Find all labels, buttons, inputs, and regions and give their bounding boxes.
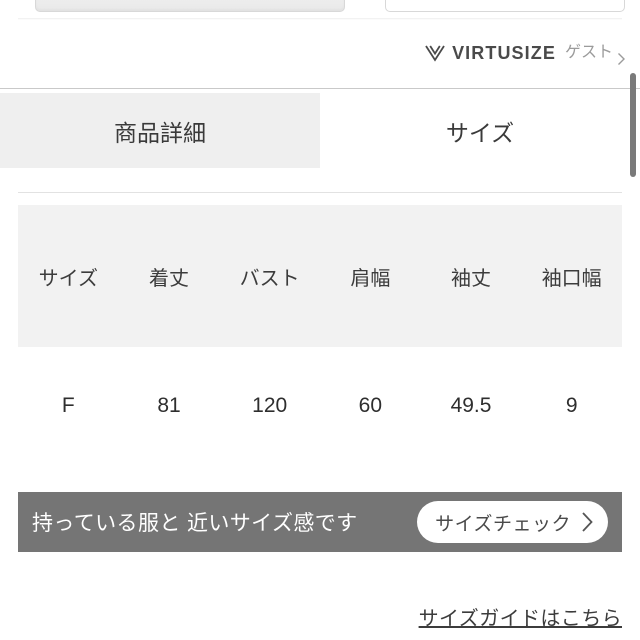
virtusize-v-logo-icon [424, 42, 446, 64]
table-header-cell-shoulder: 肩幅 [350, 267, 391, 290]
brand-row-divider [0, 88, 640, 89]
table-cell-bust: 120 [252, 394, 288, 417]
table-cell-sleeve: 49.5 [450, 394, 492, 417]
table-top-divider [18, 192, 622, 193]
chevron-right-icon[interactable] [617, 52, 626, 66]
table-cell-length: 81 [157, 394, 181, 417]
chevron-right-icon [581, 511, 594, 533]
table-row: F 81 120 60 49.5 9 [18, 347, 622, 465]
virtusize-wordmark: VIRTUSIZE [452, 43, 556, 63]
size-check-button[interactable]: サイズチェック [417, 501, 608, 543]
table-header-cell-bust: バスト [239, 267, 300, 290]
table-cell-cuff: 9 [565, 394, 578, 417]
size-guide-link[interactable]: サイズガイドはこちら [419, 608, 622, 630]
size-guide-link-row: サイズガイドはこちら [0, 602, 640, 631]
table-header-cell-cuff: 袖口幅 [541, 267, 602, 290]
virtusize-brand-row[interactable]: VIRTUSIZE ゲスト [0, 36, 640, 70]
size-recommendation-message: 持っている服と 近いサイズ感です [32, 512, 358, 535]
top-partial-card [18, 0, 625, 18]
top-right-input[interactable] [385, 0, 625, 12]
size-table: サイズ 着丈 バスト 肩幅 袖丈 袖口幅 F 81 120 60 49.5 9 [18, 205, 622, 465]
tab-size[interactable]: サイズ [320, 93, 640, 168]
table-header-cell-length: 着丈 [149, 267, 189, 290]
top-card-shadow [18, 18, 622, 20]
tab-bar: 商品詳細 サイズ [0, 93, 640, 168]
top-left-input[interactable] [35, 0, 345, 12]
tab-product-details[interactable]: 商品詳細 [0, 93, 320, 168]
size-recommendation-bar[interactable]: 持っている服と 近いサイズ感です サイズチェック [18, 492, 622, 552]
table-header-cell-sleeve: 袖丈 [451, 267, 492, 290]
size-check-button-label: サイズチェック [435, 513, 571, 535]
table-header-cell-size: サイズ [38, 267, 99, 290]
table-cell-size: F [61, 394, 75, 417]
table-cell-shoulder: 60 [358, 394, 383, 417]
account-label-guest: ゲスト [564, 44, 613, 61]
table-header-row: サイズ 着丈 バスト 肩幅 袖丈 袖口幅 [18, 205, 622, 347]
vertical-scrollbar-thumb[interactable] [630, 73, 636, 177]
